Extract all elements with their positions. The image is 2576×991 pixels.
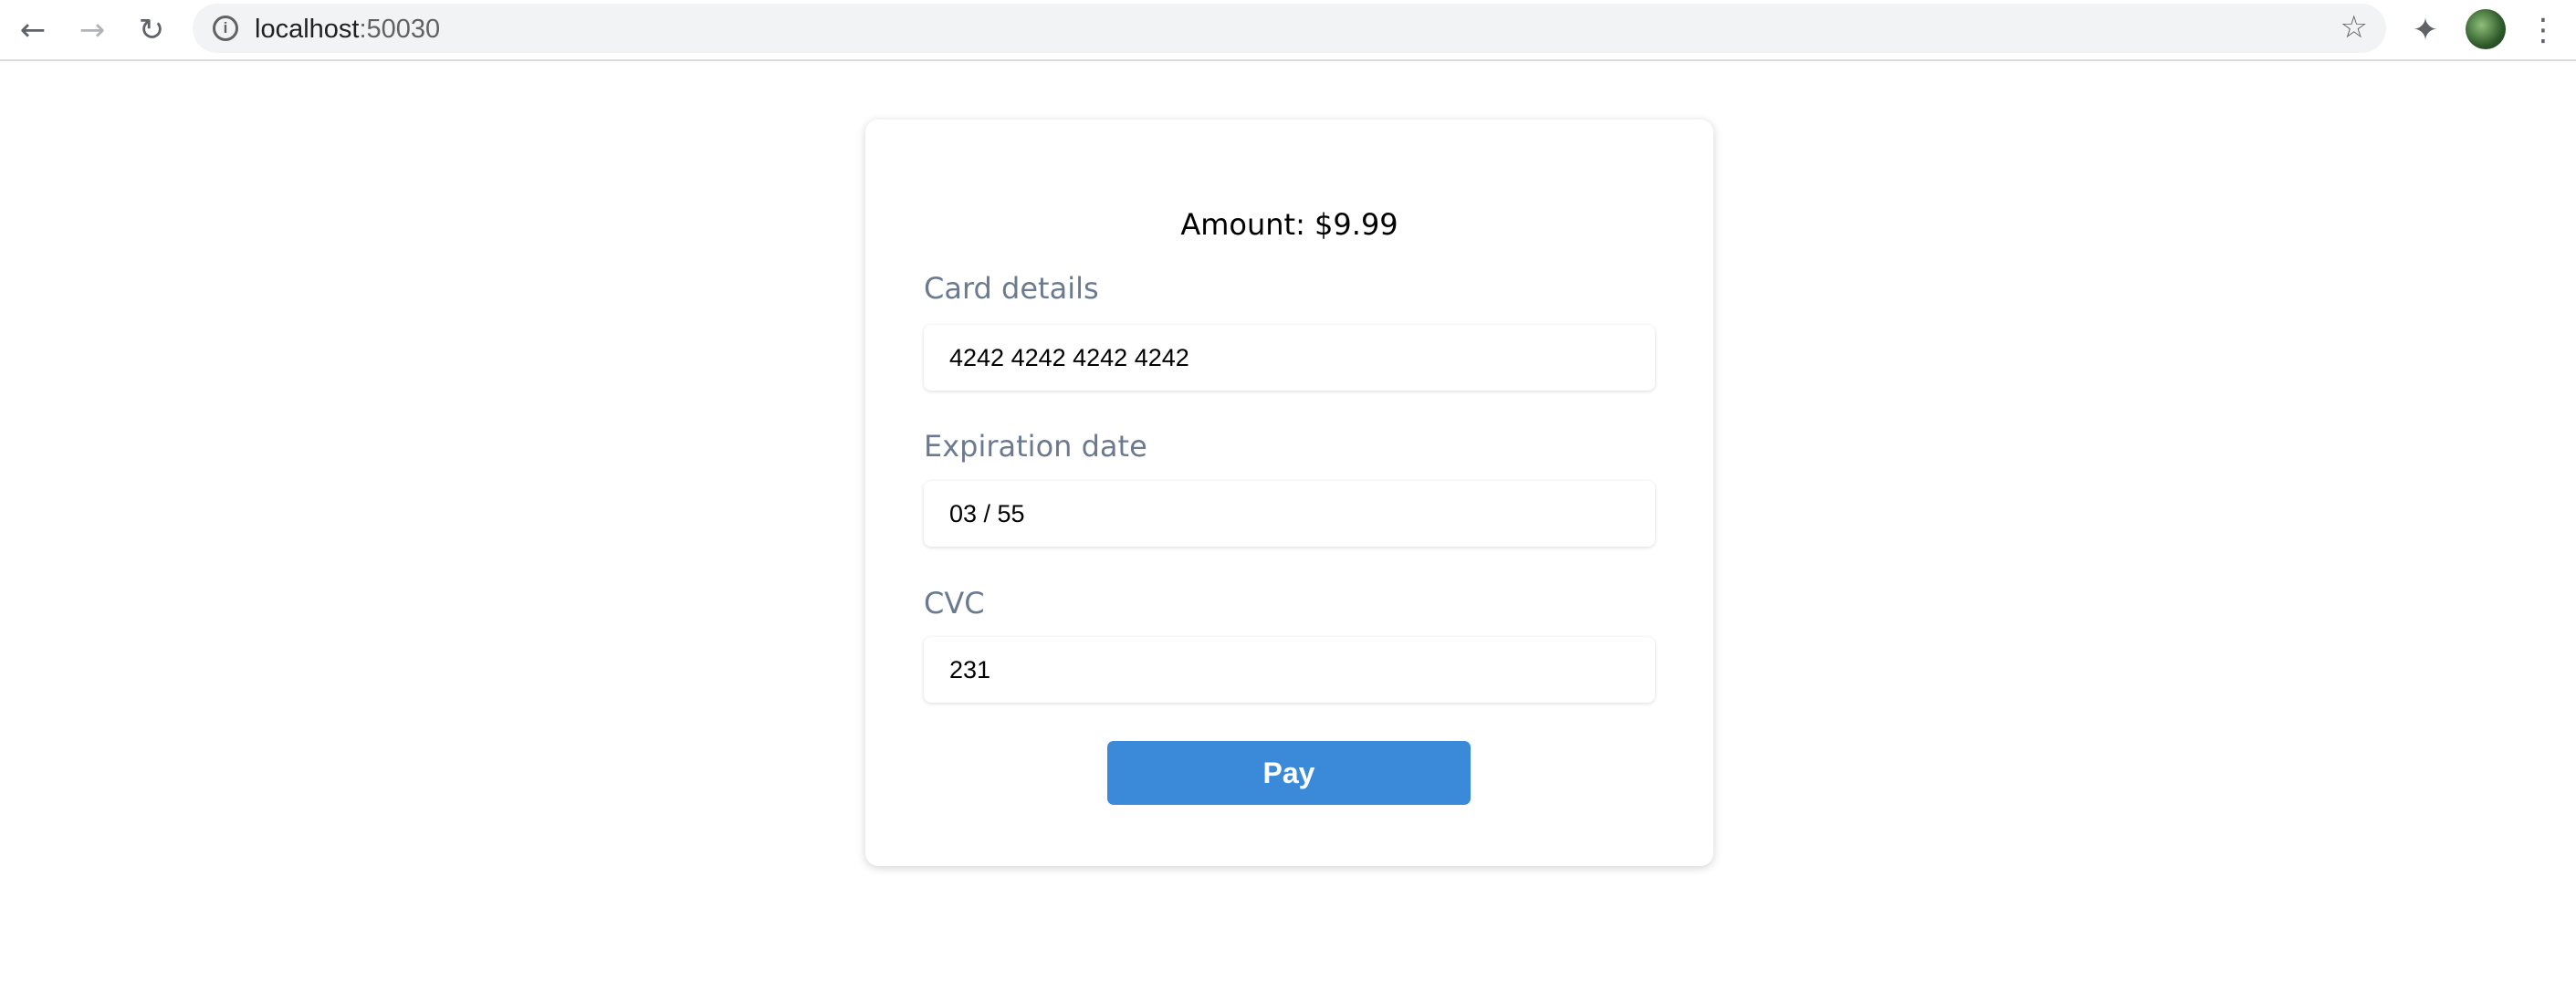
bookmark-star-icon[interactable]: ☆ [2340, 9, 2368, 46]
url-port: :50030 [359, 15, 441, 44]
card-details-label: Card details [924, 271, 1099, 306]
expiration-date-input[interactable]: 03 / 55 [924, 481, 1655, 547]
info-icon[interactable]: i [213, 16, 238, 41]
url-host: localhost [255, 15, 360, 44]
extensions-puzzle-icon[interactable]: ✦ [2408, 12, 2443, 48]
profile-avatar[interactable] [2466, 9, 2506, 49]
cvc-input[interactable]: 231 [924, 637, 1655, 703]
cvc-label: CVC [924, 586, 985, 621]
url-text: localhost:50030 [255, 15, 440, 45]
forward-icon[interactable]: → [75, 12, 110, 48]
reload-icon[interactable]: ↻ [134, 12, 169, 48]
browser-toolbar: ← → ↻ i localhost:50030 ☆ ✦ ⋮ [0, 0, 2576, 61]
amount-text: Amount: $9.99 [1180, 207, 1398, 242]
payment-card: Amount: $9.99 Card details 4242 4242 424… [865, 120, 1713, 866]
pay-button[interactable]: Pay [1107, 741, 1471, 805]
menu-kebab-icon[interactable]: ⋮ [2526, 12, 2560, 48]
back-icon[interactable]: ← [16, 12, 50, 48]
address-bar[interactable]: i localhost:50030 ☆ [193, 4, 2386, 53]
card-number-input[interactable]: 4242 4242 4242 4242 [924, 325, 1655, 391]
expiration-date-label: Expiration date [924, 429, 1147, 464]
